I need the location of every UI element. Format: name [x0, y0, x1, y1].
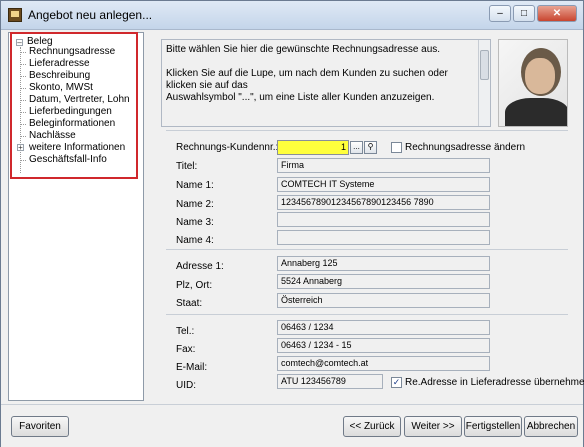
tree-item-lieferbedingungen[interactable]: Lieferbedingungen — [29, 106, 112, 118]
email-label: E-Mail: — [176, 362, 208, 373]
name4-field[interactable] — [277, 230, 490, 245]
tree-item-beschreibung[interactable]: Beschreibung — [29, 70, 90, 82]
next-button[interactable]: Weiter >> — [404, 416, 462, 437]
copy-to-delivery-checkbox[interactable]: ✓ — [391, 377, 402, 388]
help-text-box: Bitte wählen Sie hier die gewünschte Rec… — [161, 39, 491, 127]
maximize-icon[interactable]: □ — [513, 5, 535, 22]
dialog-window: Angebot neu anlegen... – □ ✕ – Beleg Rec… — [0, 0, 584, 447]
app-icon — [8, 8, 22, 22]
tree-item-beleginformationen[interactable]: Beleginformationen — [29, 118, 115, 130]
name3-field[interactable] — [277, 212, 490, 227]
name4-label: Name 4: — [176, 235, 214, 246]
name2-label: Name 2: — [176, 199, 214, 210]
favorites-button[interactable]: Favoriten — [11, 416, 69, 437]
back-button[interactable]: << Zurück — [343, 416, 401, 437]
tree-item-lieferadresse[interactable]: Lieferadresse — [29, 58, 90, 70]
window-title: Angebot neu anlegen... — [28, 8, 153, 22]
tree-item-rechnungsadresse[interactable]: Rechnungsadresse — [29, 46, 115, 58]
button-bar: Favoriten << Zurück Weiter >> Fertigstel… — [1, 404, 583, 447]
close-icon[interactable]: ✕ — [537, 5, 577, 22]
name1-label: Name 1: — [176, 180, 214, 191]
collapse-icon[interactable]: – — [16, 39, 23, 47]
customer-number-label: Rechnungs-Kundennr.: — [176, 142, 279, 153]
minimize-icon[interactable]: – — [489, 5, 511, 22]
tree-item-weitere-informationen[interactable]: weitere Informationen — [29, 142, 125, 154]
help-scrollbar[interactable] — [478, 40, 490, 126]
ellipsis-button[interactable]: ... — [350, 141, 363, 154]
title-bar: Angebot neu anlegen... – □ ✕ — [1, 1, 583, 30]
email-field[interactable]: comtech@comtech.at — [277, 356, 490, 371]
support-agent-image — [498, 39, 568, 127]
help-text: Bitte wählen Sie hier die gewünschte Rec… — [166, 44, 448, 103]
scrollbar-thumb[interactable] — [480, 50, 489, 80]
address1-label: Adresse 1: — [176, 261, 224, 272]
change-address-checkbox[interactable] — [391, 142, 402, 153]
country-label: Staat: — [176, 298, 203, 309]
uid-label: UID: — [176, 380, 196, 391]
zip-city-label: Plz, Ort: — [176, 280, 213, 291]
name3-label: Name 3: — [176, 217, 214, 228]
phone-label: Tel.: — [176, 326, 195, 337]
finish-button[interactable]: Fertigstellen — [464, 416, 522, 437]
uid-field[interactable]: ATU 123456789 — [277, 374, 383, 389]
change-address-label: Rechnungsadresse ändern — [405, 142, 526, 153]
title-field[interactable]: Firma — [277, 158, 490, 173]
search-icon[interactable]: ⚲ — [364, 141, 377, 154]
country-field[interactable]: Österreich — [277, 293, 490, 308]
name1-field[interactable]: COMTECH IT Systeme — [277, 177, 490, 192]
zip-city-field[interactable]: 5524 Annaberg — [277, 274, 490, 289]
copy-to-delivery-label: Re.Adresse in Lieferadresse übernehmen — [405, 377, 584, 388]
tree-item-datum-vertreter-lohn[interactable]: Datum, Vertreter, Lohn — [29, 94, 130, 106]
expand-icon[interactable]: + — [17, 144, 24, 152]
address1-field[interactable]: Annaberg 125 — [277, 256, 490, 271]
cancel-button[interactable]: Abbrechen — [524, 416, 578, 437]
tree-item-skonto-mwst[interactable]: Skonto, MWSt — [29, 82, 93, 94]
tree-item-geschaeftsfall-info[interactable]: Geschäftsfall-Info — [29, 154, 107, 166]
phone-field[interactable]: 06463 / 1234 — [277, 320, 490, 335]
fax-field[interactable]: 06463 / 1234 - 15 — [277, 338, 490, 353]
name2-field[interactable]: 12345678901234567890123456 7890 — [277, 195, 490, 210]
navigation-tree: – Beleg Rechnungsadresse Lieferadresse B… — [10, 32, 138, 179]
tree-item-nachlaesse[interactable]: Nachlässe — [29, 130, 76, 142]
title-label: Titel: — [176, 161, 198, 172]
customer-number-input[interactable]: 1 — [277, 140, 349, 155]
fax-label: Fax: — [176, 344, 196, 355]
